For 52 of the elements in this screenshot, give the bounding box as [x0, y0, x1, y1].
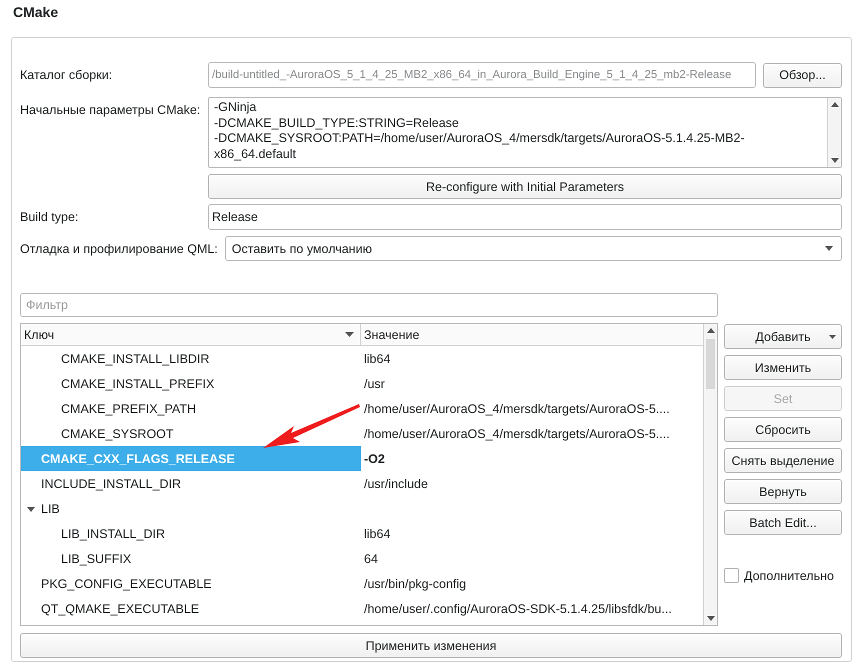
- build-type-field[interactable]: Release: [208, 204, 842, 230]
- filter-field[interactable]: Фильтр: [20, 293, 718, 317]
- expand-icon[interactable]: [27, 504, 35, 512]
- checkbox[interactable]: [724, 568, 739, 583]
- tree-item[interactable]: CMAKE_PREFIX_PATH: [61, 402, 196, 416]
- scrollbar[interactable]: [827, 98, 841, 167]
- field-label: Отладка и профилирование QML:: [20, 242, 218, 256]
- parameters-text-area[interactable]: -GNinja -DCMAKE_BUILD_TYPE:STRING=Release -DCMAKE_SYSROOT:PATH=/home/user/AuroraOS_4/mersdk/targets/AuroraOS-5.1.4.25-MB2- x86_64.default: [208, 97, 842, 168]
- tree-item[interactable]: CMAKE_INSTALL_LIBDIR: [61, 352, 210, 366]
- caret-icon: [825, 246, 833, 251]
- table-cell-text: /usr/include: [363, 476, 429, 492]
- column-header[interactable]: Значение: [361, 324, 703, 345]
- tree-item[interactable]: INCLUDE_INSTALL_DIR: [41, 476, 182, 490]
- scroll-up-icon[interactable]: [830, 102, 838, 107]
- add-dropdown-button[interactable]: Добавить: [724, 324, 842, 349]
- action-button[interactable]: Сбросить: [724, 417, 842, 442]
- sort-icon: [345, 332, 354, 337]
- tree-item[interactable]: QT_QMAKE_EXECUTABLE: [41, 602, 200, 616]
- table-cell-text: /home/user/.config/AuroraOS-SDK-5.1.4.25/libsfdk/bu...: [363, 600, 673, 618]
- apply-button[interactable]: Применить изменения: [20, 633, 842, 658]
- tree-item[interactable]: LIB: [41, 502, 60, 516]
- tree-item[interactable]: CMAKE_SYSROOT: [61, 426, 174, 440]
- table-cell-text: /home/user/AuroraOS_4/mersdk/targets/AuroraOS-5....: [363, 400, 671, 418]
- action-button[interactable]: Вернуть: [724, 479, 842, 504]
- table-cell-text: -O2: [363, 450, 386, 468]
- section-title: CMake: [13, 4, 58, 22]
- scrollbar[interactable]: [703, 324, 717, 625]
- field-label: Build type:: [20, 210, 80, 224]
- table-cell-text: lib64: [363, 526, 392, 542]
- table-cell-text: 64: [363, 550, 379, 568]
- tree-item[interactable]: LIB_SUFFIX: [61, 552, 132, 566]
- checkbox-label: Дополнительно: [744, 568, 834, 582]
- table-cell-text: /usr/bin/pkg-config: [363, 576, 468, 593]
- table-cell-text: /home/user/AuroraOS_4/mersdk/targets/AuroraOS-5....: [363, 426, 671, 443]
- action-button[interactable]: Изменить: [724, 355, 842, 380]
- scroll-thumb[interactable]: [706, 339, 715, 389]
- table-cell-text: /usr: [363, 376, 386, 392]
- caret-icon: [829, 334, 836, 338]
- action-button[interactable]: Batch Edit...: [724, 510, 842, 535]
- tree-item[interactable]: CMAKE_INSTALL_PREFIX: [61, 376, 214, 390]
- scroll-down-icon[interactable]: [830, 158, 838, 163]
- reconfigure-button[interactable]: Re-configure with Initial Parameters: [208, 174, 842, 199]
- field-label: Начальные параметры CMake:: [20, 103, 201, 117]
- scroll-down-icon[interactable]: [706, 616, 714, 621]
- column-header[interactable]: Ключ: [21, 324, 361, 345]
- action-button[interactable]: Снять выделение: [724, 448, 842, 473]
- tree-item[interactable]: LIB_INSTALL_DIR: [61, 526, 165, 540]
- qml-debug-dropdown[interactable]: Оставить по умолчанию: [224, 236, 842, 261]
- table-cell-text: lib64: [363, 350, 392, 368]
- field-label: Каталог сборки:: [20, 68, 114, 82]
- scroll-up-icon[interactable]: [706, 328, 714, 333]
- tree-item[interactable]: PKG_CONFIG_EXECUTABLE: [41, 576, 212, 590]
